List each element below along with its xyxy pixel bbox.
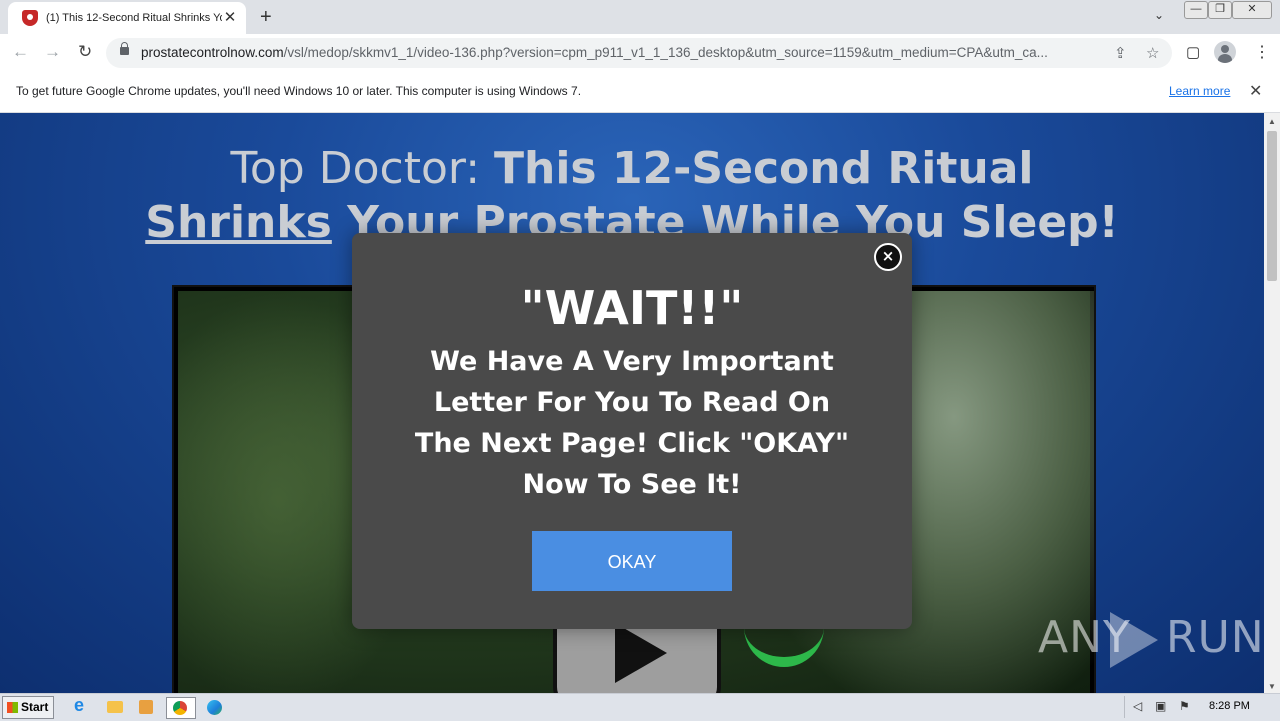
exit-popup: × "WAIT!!" We Have A Very Important Lett… — [352, 233, 912, 629]
infobar-message: To get future Google Chrome updates, you… — [16, 84, 582, 98]
chrome-taskbar-icon[interactable] — [166, 697, 196, 719]
url-text[interactable]: prostatecontrolnow.com/vsl/medop/skkmv1_… — [141, 45, 1111, 60]
watermark-text-right: RUN — [1166, 612, 1264, 663]
media-player-icon[interactable] — [136, 697, 158, 717]
forward-button[interactable]: → — [44, 42, 61, 62]
window-close-button[interactable]: ✕ — [1232, 1, 1272, 19]
learn-more-link[interactable]: Learn more — [1169, 84, 1230, 98]
share-icon[interactable]: ⇪ — [1114, 44, 1127, 62]
watermark-play-icon — [1110, 612, 1158, 668]
scroll-up-icon[interactable]: ▲ — [1268, 117, 1276, 126]
internet-explorer-icon[interactable] — [70, 695, 92, 717]
browser-toolbar: ← → ↻ prostatecontrolnow.com/vsl/medop/s… — [0, 34, 1280, 73]
reload-button[interactable]: ↻ — [78, 42, 92, 62]
scroll-down-icon[interactable]: ▼ — [1268, 682, 1276, 691]
system-tray: ◁ ▣ ⚑ 8:28 PM — [1124, 696, 1279, 718]
file-explorer-icon[interactable] — [104, 697, 126, 717]
restore-button[interactable]: ❐ — [1208, 1, 1232, 19]
clock[interactable]: 8:28 PM — [1209, 700, 1250, 712]
tab-strip: (1) This 12-Second Ritual Shrinks Your P… — [0, 0, 1280, 34]
profile-avatar[interactable] — [1214, 41, 1236, 63]
lock-icon[interactable] — [120, 42, 129, 55]
scroll-thumb[interactable] — [1267, 131, 1277, 281]
action-center-flag-icon[interactable]: ⚑ — [1179, 699, 1193, 713]
back-button[interactable]: ← — [12, 42, 29, 62]
start-button[interactable]: Start — [2, 696, 54, 719]
volume-icon[interactable]: ◁ — [1133, 699, 1147, 713]
windows-logo-icon — [7, 702, 18, 713]
windows-taskbar: Start ◁ ▣ ⚑ 8:28 PM — [0, 693, 1280, 721]
chrome-menu-icon[interactable]: ⋮ — [1254, 42, 1270, 62]
side-panel-icon[interactable]: ▢ — [1186, 43, 1200, 61]
popup-title: "WAIT!!" — [520, 281, 744, 335]
address-bar[interactable]: prostatecontrolnow.com/vsl/medop/skkmv1_… — [106, 38, 1172, 68]
network-icon[interactable]: ▣ — [1155, 699, 1169, 713]
popup-message: We Have A Very Important Letter For You … — [414, 346, 850, 500]
tab-search-chevron-icon[interactable]: ⌄ — [1154, 8, 1164, 22]
popup-close-icon[interactable]: × — [874, 243, 902, 271]
okay-button[interactable]: OKAY — [532, 531, 732, 591]
new-tab-button[interactable]: + — [260, 7, 272, 27]
bookmark-star-icon[interactable]: ☆ — [1146, 44, 1159, 62]
update-infobar: To get future Google Chrome updates, you… — [0, 72, 1280, 113]
minimize-button[interactable]: — — [1184, 1, 1208, 19]
headline-line-1: Top Doctor: This 12-Second Ritual — [230, 143, 1034, 194]
tab-active[interactable]: (1) This 12-Second Ritual Shrinks Your P… — [8, 2, 246, 34]
page-scrollbar[interactable]: ▲ ▼ — [1264, 113, 1280, 693]
infobar-close-icon[interactable]: ✕ — [1249, 81, 1262, 101]
tab-close-icon[interactable]: ✕ — [222, 10, 238, 26]
edge-icon[interactable] — [204, 697, 226, 717]
tab-title: (1) This 12-Second Ritual Shrinks Your P… — [46, 12, 222, 24]
site-favicon-icon — [22, 10, 38, 26]
